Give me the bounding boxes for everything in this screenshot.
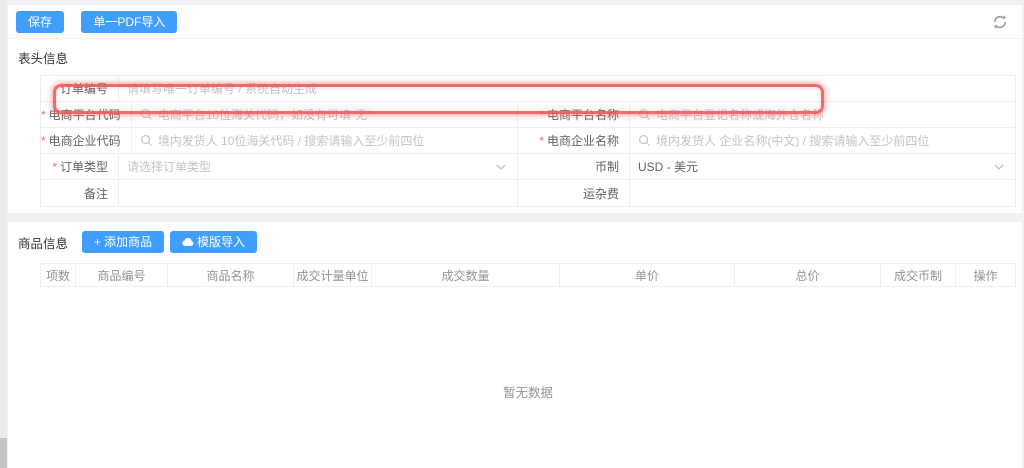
col-header-index: 项数 xyxy=(41,264,76,286)
col-header-price: 单价 xyxy=(560,264,735,286)
form-row-platform: * 电商平台代码 * 电商平台名称 xyxy=(41,102,1015,128)
order-no-label: 订单编号 xyxy=(41,76,119,101)
required-mark: * xyxy=(539,133,544,148)
products-table: 项数 商品编号 商品名称 成交计量单位 成交数量 单价 总价 成交币制 操作 暂… xyxy=(40,263,1016,468)
empty-state-text: 暂无数据 xyxy=(502,385,553,400)
toolbar: 保存 单一PDF导入 xyxy=(8,5,1022,39)
order-type-input[interactable] xyxy=(127,159,509,174)
search-icon xyxy=(638,108,651,121)
freight-label: 运杂费 xyxy=(518,180,630,206)
products-card: 商品信息 + 添加商品 模版导入 项数 商品编号 商品名称 成交计量单位 成交数量… xyxy=(8,222,1022,468)
enterprise-code-input[interactable] xyxy=(157,133,509,148)
search-icon xyxy=(638,134,651,147)
products-table-empty-body: 暂无数据 xyxy=(40,287,1016,468)
col-header-currency: 成交币制 xyxy=(881,264,956,286)
left-scrollbar-track xyxy=(0,0,7,468)
chevron-down-icon xyxy=(993,161,1005,176)
col-header-item-name: 商品名称 xyxy=(168,264,294,286)
plus-icon: + xyxy=(94,235,102,249)
required-mark: * xyxy=(41,133,46,148)
col-header-actions: 操作 xyxy=(973,268,998,283)
cloud-upload-icon xyxy=(182,235,194,249)
currency-label: 币制 xyxy=(518,154,630,179)
col-header-qty: 成交数量 xyxy=(372,264,560,286)
enterprise-name-input[interactable] xyxy=(656,133,1007,148)
enterprise-code-label: * 电商企业代码 xyxy=(41,128,132,153)
header-info-form: 订单编号 * 电商平台代码 xyxy=(40,75,1016,207)
order-type-select[interactable] xyxy=(119,154,517,179)
col-header-unit: 成交计量单位 xyxy=(294,264,372,286)
currency-input[interactable] xyxy=(638,159,1007,174)
order-no-input[interactable] xyxy=(127,81,1007,96)
enterprise-name-label: * 电商企业名称 xyxy=(518,128,630,153)
search-icon xyxy=(140,108,153,121)
platform-code-label: * 电商平台代码 xyxy=(41,102,132,127)
chevron-down-icon xyxy=(495,161,507,176)
products-table-header: 项数 商品编号 商品名称 成交计量单位 成交数量 单价 总价 成交币制 操作 xyxy=(40,263,1016,287)
refresh-icon[interactable] xyxy=(992,14,1008,30)
platform-name-input[interactable] xyxy=(656,107,1007,122)
order-form-card: 保存 单一PDF导入 表头信息 订单编号 请填写唯一订单编号 / 系统自动生成 … xyxy=(8,5,1022,213)
form-row-order-no: 订单编号 xyxy=(41,76,1015,102)
pdf-import-button[interactable]: 单一PDF导入 xyxy=(81,11,178,33)
template-import-button[interactable]: 模版导入 xyxy=(170,231,258,253)
form-row-type-currency: * 订单类型 币制 xyxy=(41,154,1015,180)
products-title: 商品信息 xyxy=(18,236,69,251)
products-section-header: 商品信息 + 添加商品 模版导入 xyxy=(8,229,1022,261)
save-button[interactable]: 保存 xyxy=(16,11,65,33)
left-scrollbar-thumb[interactable] xyxy=(0,438,7,468)
order-type-label: * 订单类型 xyxy=(41,154,119,179)
required-mark: * xyxy=(52,159,57,174)
add-product-button[interactable]: + 添加商品 xyxy=(82,231,165,253)
required-mark: * xyxy=(539,107,544,122)
currency-select[interactable] xyxy=(630,154,1015,179)
platform-name-label: * 电商平台名称 xyxy=(518,102,630,127)
main-content: 保存 单一PDF导入 表头信息 订单编号 请填写唯一订单编号 / 系统自动生成 … xyxy=(8,5,1022,468)
header-info-title: 表头信息 xyxy=(18,52,69,66)
required-mark: * xyxy=(41,107,46,122)
form-row-enterprise: * 电商企业代码 * 电商企业名称 xyxy=(41,128,1015,154)
platform-code-input[interactable] xyxy=(157,107,509,122)
col-header-item-no: 商品编号 xyxy=(76,264,168,286)
col-header-total: 总价 xyxy=(735,264,881,286)
freight-input[interactable] xyxy=(638,186,1007,200)
search-icon xyxy=(140,134,153,147)
remark-input[interactable] xyxy=(127,186,509,200)
form-row-remark-freight: 备注 运杂费 xyxy=(41,180,1015,206)
remark-label: 备注 xyxy=(41,180,119,206)
